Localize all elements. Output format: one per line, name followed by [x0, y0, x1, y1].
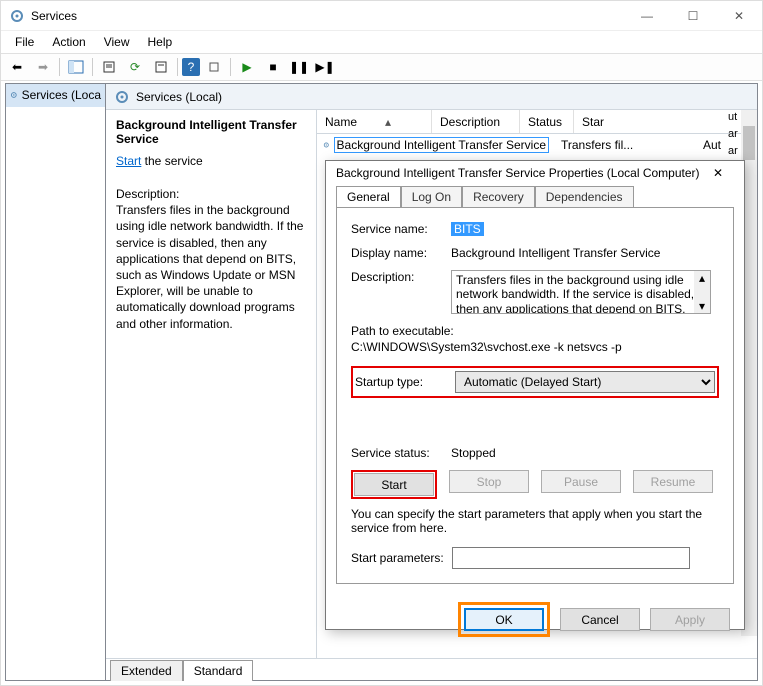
tab-recovery[interactable]: Recovery [462, 186, 535, 208]
detail-pane: Background Intelligent Transfer Service … [106, 110, 316, 658]
dialog-body: Service name: BITS Display name: Backgro… [336, 207, 734, 584]
start-params-hint: You can specify the start parameters tha… [351, 507, 719, 535]
toolbar: ⬅ ➡ ⟳ ? ▶ ■ ❚❚ ▶❚ [1, 53, 762, 81]
start-params-label: Start parameters: [351, 551, 444, 565]
service-name-value: BITS [451, 222, 484, 236]
description-text: Transfers files in the background using … [456, 273, 694, 314]
start-service-link[interactable]: Start [116, 154, 141, 168]
desc-text: Transfers files in the background using … [116, 202, 306, 332]
service-control-buttons: Start Stop Pause Resume [351, 470, 719, 499]
back-button[interactable]: ⬅ [5, 56, 29, 78]
description-label: Description: [351, 270, 451, 284]
display-name-label: Display name: [351, 246, 451, 260]
tab-logon[interactable]: Log On [401, 186, 462, 208]
window-title: Services [31, 9, 624, 23]
service-status-label: Service status: [351, 446, 451, 460]
resume-button: Resume [633, 470, 713, 493]
nav-tree[interactable]: Services (Loca [5, 83, 106, 681]
nav-root-label: Services (Loca [22, 88, 101, 102]
start-button[interactable]: Start [354, 473, 434, 496]
minimize-button[interactable]: — [624, 1, 670, 31]
col-description[interactable]: Description [432, 110, 520, 133]
start-params-input[interactable] [452, 547, 690, 569]
ok-button[interactable]: OK [464, 608, 544, 631]
dialog-title: Background Intelligent Transfer Service … [336, 166, 702, 180]
dialog-close-button[interactable]: ✕ [702, 161, 734, 185]
service-status-cell [643, 144, 697, 146]
properties-dialog: Background Intelligent Transfer Service … [325, 160, 745, 630]
scrollbar-thumb[interactable] [743, 126, 755, 160]
pause-service-button[interactable]: ❚❚ [287, 56, 311, 78]
show-hide-tree-button[interactable] [64, 56, 88, 78]
content-header-label: Services (Local) [136, 90, 222, 104]
startup-type-select[interactable]: Automatic (Delayed Start) [455, 371, 715, 393]
menubar: File Action View Help [1, 31, 762, 53]
desc-label: Description: [116, 186, 306, 202]
gear-icon [10, 87, 18, 103]
startup-type-label: Startup type: [355, 375, 455, 389]
dialog-buttons: OK Cancel Apply [326, 594, 744, 645]
list-header: Name▴ Description Status Star [317, 110, 757, 134]
export-list-button[interactable] [97, 56, 121, 78]
col-name[interactable]: Name▴ [317, 110, 432, 133]
properties-button[interactable] [149, 56, 173, 78]
description-box[interactable]: Transfers files in the background using … [451, 270, 711, 314]
startup-type-row: Startup type: Automatic (Delayed Start) [351, 366, 719, 398]
toolbar-extra-button[interactable] [202, 56, 226, 78]
close-button[interactable]: ✕ [716, 1, 762, 31]
start-suffix: the service [141, 154, 202, 168]
pause-button: Pause [541, 470, 621, 493]
refresh-button[interactable]: ⟳ [123, 56, 147, 78]
stop-service-button[interactable]: ■ [261, 56, 285, 78]
tab-dependencies[interactable]: Dependencies [535, 186, 634, 208]
service-startup-cell: Aut [697, 137, 727, 153]
menu-action[interactable]: Action [44, 33, 93, 51]
dialog-tabs: General Log On Recovery Dependencies [326, 185, 744, 207]
col-status[interactable]: Status [520, 110, 574, 133]
tab-extended[interactable]: Extended [110, 660, 183, 681]
gear-icon [114, 89, 130, 105]
apply-button: Apply [650, 608, 730, 631]
service-name-cell: Background Intelligent Transfer Service [334, 137, 549, 153]
service-desc-cell: Transfers fil... [555, 137, 643, 153]
desc-scrollbar[interactable]: ▴▾ [694, 271, 710, 313]
forward-button[interactable]: ➡ [31, 56, 55, 78]
cancel-button[interactable]: Cancel [560, 608, 640, 631]
service-name-label: Service name: [351, 222, 451, 236]
stop-button: Stop [449, 470, 529, 493]
titlebar: Services — ☐ ✕ [1, 1, 762, 31]
dialog-titlebar[interactable]: Background Intelligent Transfer Service … [326, 161, 744, 185]
gear-icon [323, 137, 330, 153]
tab-general[interactable]: General [336, 186, 401, 208]
tab-standard[interactable]: Standard [183, 660, 254, 681]
menu-help[interactable]: Help [140, 33, 181, 51]
menu-view[interactable]: View [96, 33, 138, 51]
nav-root[interactable]: Services (Loca [6, 84, 105, 107]
detail-title: Background Intelligent Transfer Service [116, 118, 306, 146]
menu-file[interactable]: File [7, 33, 42, 51]
path-label: Path to executable: [351, 324, 719, 338]
sort-arrow-icon: ▴ [385, 115, 391, 129]
help-button[interactable]: ? [182, 58, 200, 76]
services-icon [9, 8, 25, 24]
path-value: C:\WINDOWS\System32\svchost.exe -k netsv… [351, 340, 719, 354]
service-status-value: Stopped [451, 446, 719, 460]
view-tabs: Extended Standard [106, 658, 757, 680]
content-header: Services (Local) [106, 84, 757, 110]
maximize-button[interactable]: ☐ [670, 1, 716, 31]
start-service-button[interactable]: ▶ [235, 56, 259, 78]
display-name-value: Background Intelligent Transfer Service [451, 246, 719, 260]
list-row[interactable]: Background Intelligent Transfer Service … [317, 134, 757, 155]
restart-service-button[interactable]: ▶❚ [313, 56, 337, 78]
